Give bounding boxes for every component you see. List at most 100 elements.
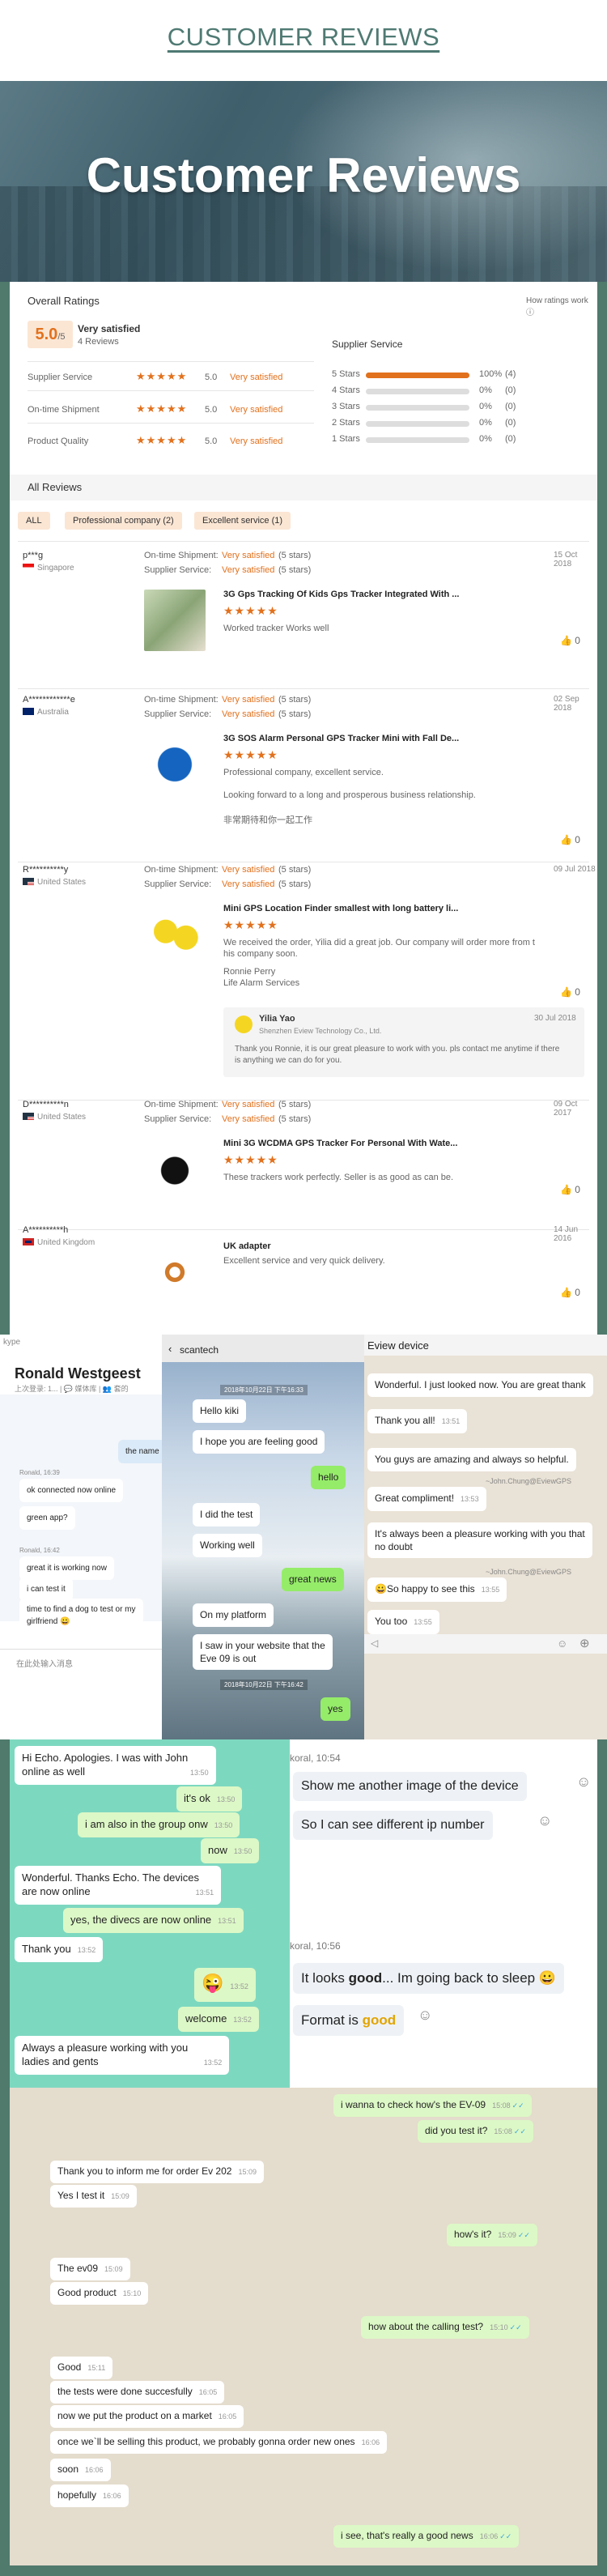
contact-status: 上次登录: 1... | 💬 媒体库 | 👥 套的 bbox=[15, 1385, 129, 1393]
supplier-label: Supplier Service: bbox=[144, 565, 212, 575]
dist-label: 5 Stars bbox=[332, 369, 360, 379]
dist-pct: 0% bbox=[479, 385, 492, 395]
product-thumbnail[interactable] bbox=[144, 1139, 206, 1200]
shipment-rating: Very satisfied bbox=[222, 1100, 275, 1109]
shipment-stars: (5 stars) bbox=[278, 1100, 312, 1109]
overall-ratings-heading: Overall Ratings bbox=[28, 295, 100, 307]
dist-label: 1 Stars bbox=[332, 434, 360, 444]
review-date: 09 Oct 2017 bbox=[554, 1100, 578, 1118]
emoji-react-icon[interactable]: ☺ bbox=[537, 1812, 552, 1829]
emoji-react-icon[interactable]: ☺ bbox=[576, 1773, 591, 1790]
read-check-icon: ✓✓ bbox=[499, 2532, 512, 2540]
dist-label: 3 Stars bbox=[332, 402, 360, 411]
product-link[interactable]: 3G SOS Alarm Personal GPS Tracker Mini w… bbox=[223, 734, 459, 743]
add-icon[interactable]: ⊕ bbox=[579, 1636, 590, 1650]
supplier-rating: Very satisfied bbox=[222, 879, 275, 889]
skype-chat: kype Ronald Westgeest 上次登录: 1... | 💬 媒体库… bbox=[0, 1335, 162, 1739]
message-bubble: welcome 13:52 bbox=[178, 2007, 259, 2032]
review-text: Excellent service and very quick deliver… bbox=[223, 1256, 385, 1266]
message-bubble: I hope you are feeling good bbox=[193, 1430, 325, 1454]
dist-count: (0) bbox=[505, 402, 516, 411]
message-input[interactable]: 在此处输入消息 bbox=[16, 1657, 73, 1669]
timestamp: 2018年10月22日 下午16:42 bbox=[220, 1680, 308, 1690]
message-bubble: yes bbox=[320, 1697, 350, 1721]
message-bubble: i see, that's really a good news 16:06 ✓✓ bbox=[333, 2525, 520, 2548]
product-thumbnail[interactable] bbox=[144, 734, 206, 795]
message-bubble: it's ok 13:50 bbox=[176, 1786, 243, 1812]
rating-label-supplier: Supplier Service bbox=[28, 373, 93, 382]
product-thumbnail[interactable] bbox=[144, 904, 206, 965]
message-bubble: Working well bbox=[193, 1534, 262, 1557]
reply-date: 30 Jul 2018 bbox=[534, 1014, 576, 1023]
how-ratings-work-link[interactable]: How ratings work ⓘ bbox=[526, 296, 597, 317]
reviewer-name: p***g bbox=[23, 551, 44, 560]
timestamp: 2018年10月22日 下午16:33 bbox=[220, 1385, 308, 1395]
message-bubble: Hi Echo. Apologies. I was with John onlin… bbox=[15, 1746, 216, 1785]
like-button[interactable]: 👍 0 bbox=[560, 635, 580, 646]
back-icon[interactable]: ‹ bbox=[168, 1343, 172, 1355]
review-text: 非常期待和你一起工作 bbox=[223, 815, 312, 825]
product-link[interactable]: Mini GPS Location Finder smallest with l… bbox=[223, 904, 458, 913]
flag-icon bbox=[23, 878, 34, 885]
message-bubble: Good 15:11 bbox=[50, 2357, 113, 2379]
emoji-react-icon[interactable]: ☺ bbox=[418, 2007, 432, 2024]
message-bubble: Thank you to inform me for order Ev 202 1… bbox=[50, 2161, 264, 2183]
filter-excellent-button[interactable]: Excellent service (1) bbox=[194, 512, 291, 530]
review-text: his company soon. bbox=[223, 949, 298, 959]
thumbs-up-icon: 👍 bbox=[560, 1287, 572, 1298]
emoji-icon[interactable]: ☺ bbox=[557, 1637, 567, 1650]
shipment-stars: (5 stars) bbox=[278, 551, 312, 560]
like-button[interactable]: 👍 0 bbox=[560, 1287, 580, 1298]
message-bubble: i can test it bbox=[19, 1578, 73, 1601]
flag-icon bbox=[23, 708, 34, 715]
message-bubble: Always a pleasure working with you ladies… bbox=[15, 2036, 230, 2075]
supplier-rating: Very satisfied bbox=[222, 565, 275, 575]
review-text: Life Alarm Services bbox=[223, 978, 300, 988]
message-bubble: Format is good bbox=[293, 2005, 405, 2036]
scantech-chat: ‹ scantech 2018年10月22日 下午16:33 Hello kik… bbox=[162, 1335, 364, 1739]
reply-company: Shenzhen Eview Technology Co., Ltd. bbox=[259, 1027, 382, 1035]
shipment-stars: (5 stars) bbox=[278, 695, 312, 705]
message-bubble: It looks good... Im going back to sleep … bbox=[293, 1963, 565, 1994]
dist-count: (0) bbox=[505, 385, 516, 395]
product-thumbnail[interactable] bbox=[144, 1241, 206, 1303]
product-link[interactable]: Mini 3G WCDMA GPS Tracker For Personal W… bbox=[223, 1139, 457, 1148]
mic-icon[interactable]: ◁ bbox=[371, 1637, 378, 1649]
supplier-stars: (5 stars) bbox=[278, 565, 312, 575]
like-button[interactable]: 👍 0 bbox=[560, 1184, 580, 1195]
thumbs-up-icon: 👍 bbox=[560, 986, 572, 998]
review-text: Ronnie Perry bbox=[223, 967, 276, 977]
shipment-rating: Very satisfied bbox=[222, 551, 275, 560]
supplier-label: Supplier Service: bbox=[144, 709, 212, 719]
filter-professional-button[interactable]: Professional company (2) bbox=[65, 512, 182, 530]
message-bubble: once we`ll be selling this product, we p… bbox=[50, 2431, 388, 2454]
reply-name: Yilia Yao bbox=[259, 1014, 295, 1024]
message-bubble: i wanna to check how's the EV-09 15:08 ✓✓ bbox=[333, 2094, 532, 2117]
product-link[interactable]: 3G Gps Tracking Of Kids Gps Tracker Inte… bbox=[223, 590, 459, 599]
thumbs-up-icon: 👍 bbox=[560, 834, 572, 845]
reviewer-country: United States bbox=[23, 1113, 86, 1122]
page-title: CUSTOMER REVIEWS bbox=[167, 23, 440, 51]
read-check-icon: ✓✓ bbox=[511, 2101, 524, 2110]
dist-label: 4 Stars bbox=[332, 385, 360, 395]
message-bubble: You too 13:55 bbox=[367, 1610, 439, 1634]
product-link[interactable]: UK adapter bbox=[223, 1241, 271, 1251]
message-bubble: On my platform bbox=[193, 1603, 274, 1627]
thumbs-up-icon: 👍 bbox=[560, 1184, 572, 1195]
product-thumbnail[interactable] bbox=[144, 590, 206, 651]
rating-text: Very satisfied bbox=[230, 405, 283, 415]
rating-label-shipment: On-time Shipment bbox=[28, 405, 100, 415]
star-rating: ★★★★★ bbox=[136, 402, 188, 415]
dist-bar bbox=[366, 421, 469, 427]
review-text: Professional company, excellent service. bbox=[223, 768, 384, 777]
like-button[interactable]: 👍 0 bbox=[560, 986, 580, 998]
reviewer-country: Singapore bbox=[23, 564, 74, 573]
whatsapp-chat-ev09: i wanna to check how's the EV-09 15:08 ✓✓ d… bbox=[10, 2088, 597, 2565]
like-button[interactable]: 👍 0 bbox=[560, 834, 580, 845]
message-bubble: Show me another image of the device bbox=[293, 1772, 527, 1801]
filter-all-button[interactable]: ALL bbox=[18, 512, 50, 530]
dist-count: (0) bbox=[505, 434, 516, 444]
app-name: kype bbox=[3, 1338, 21, 1347]
dist-pct: 0% bbox=[479, 434, 492, 444]
star-rating: ★★★★★ bbox=[223, 918, 278, 931]
